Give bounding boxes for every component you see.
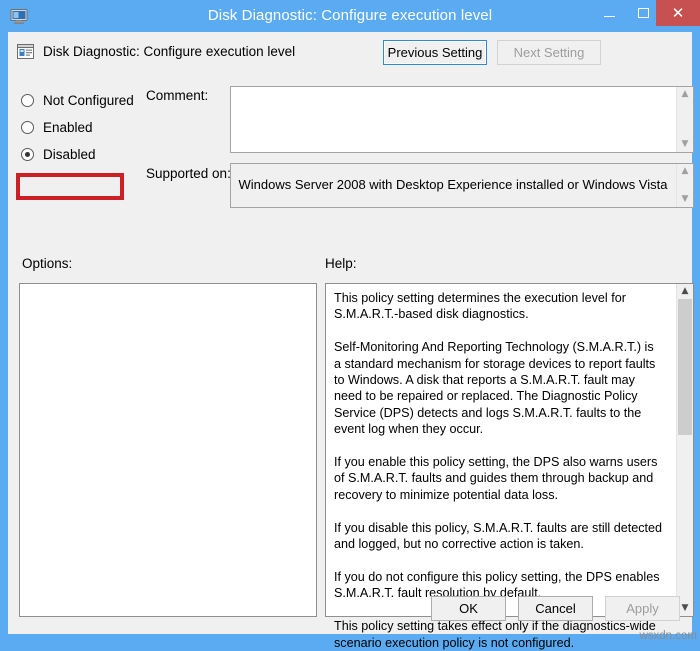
maximize-icon bbox=[637, 8, 649, 18]
cancel-button[interactable]: Cancel bbox=[518, 596, 593, 621]
policy-setting-icon bbox=[16, 42, 35, 61]
supported-on-label: Supported on: bbox=[146, 166, 231, 181]
dialog-footer: OK Cancel Apply bbox=[431, 596, 680, 621]
options-panel[interactable] bbox=[19, 283, 317, 617]
minimize-icon bbox=[603, 15, 615, 17]
scroll-down-icon[interactable]: ▼ bbox=[677, 137, 693, 152]
scroll-up-icon[interactable]: ▲ bbox=[677, 87, 693, 102]
radio-not-configured-label: Not Configured bbox=[43, 93, 134, 108]
scroll-down-icon[interactable]: ▼ bbox=[677, 192, 693, 207]
supported-on-box: Windows Server 2008 with Desktop Experie… bbox=[230, 163, 694, 208]
scroll-up-icon[interactable]: ▲ bbox=[677, 164, 693, 179]
radio-not-configured-icon bbox=[21, 94, 34, 107]
radio-enabled[interactable]: Enabled bbox=[21, 114, 211, 141]
comment-textbox[interactable]: ▲ ▼ bbox=[230, 86, 694, 153]
watermark: wsxdn.com bbox=[639, 630, 697, 642]
title-bar: Disk Diagnostic: Configure execution lev… bbox=[0, 0, 700, 32]
help-scrollbar-thumb[interactable] bbox=[678, 299, 692, 435]
help-label: Help: bbox=[325, 256, 357, 271]
policy-setting-window: Disk Diagnostic: Configure execution lev… bbox=[0, 0, 700, 650]
scroll-up-icon[interactable]: ▲ bbox=[677, 284, 693, 299]
navigation-buttons: Previous Setting Next Setting bbox=[383, 40, 601, 65]
dialog-client-area: Disk Diagnostic: Configure execution lev… bbox=[8, 32, 694, 650]
options-label: Options: bbox=[22, 256, 73, 271]
radio-disabled[interactable]: Disabled bbox=[21, 141, 211, 168]
help-scrollbar[interactable]: ▲ ▼ bbox=[676, 284, 693, 616]
radio-disabled-label: Disabled bbox=[43, 147, 96, 162]
help-panel: This policy setting determines the execu… bbox=[325, 283, 694, 650]
radio-enabled-label: Enabled bbox=[43, 120, 93, 135]
policy-header: Disk Diagnostic: Configure execution lev… bbox=[16, 42, 295, 61]
disabled-option-highlight bbox=[16, 173, 124, 200]
ok-button[interactable]: OK bbox=[431, 596, 506, 621]
apply-button: Apply bbox=[605, 596, 680, 621]
supported-on-scrollbar[interactable]: ▲ ▼ bbox=[676, 164, 693, 207]
supported-on-value: Windows Server 2008 with Desktop Experie… bbox=[238, 177, 668, 192]
radio-disabled-icon bbox=[21, 148, 34, 161]
close-icon: ✕ bbox=[671, 3, 685, 22]
comment-label: Comment: bbox=[146, 88, 209, 103]
minimize-button[interactable] bbox=[590, 0, 628, 26]
close-button[interactable]: ✕ bbox=[656, 0, 700, 26]
next-setting-button: Next Setting bbox=[497, 40, 601, 65]
policy-title: Disk Diagnostic: Configure execution lev… bbox=[43, 44, 296, 59]
help-scrollbar-track[interactable] bbox=[677, 299, 693, 601]
radio-enabled-icon bbox=[21, 121, 34, 134]
previous-setting-button[interactable]: Previous Setting bbox=[383, 40, 487, 65]
comment-scrollbar[interactable]: ▲ ▼ bbox=[676, 87, 693, 152]
monitor-icon bbox=[9, 6, 29, 26]
